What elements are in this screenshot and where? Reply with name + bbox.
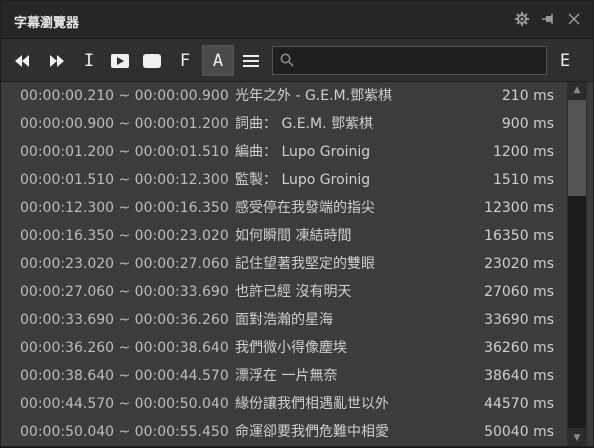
subtitle-text: 記住望著我堅定的雙眼 [235, 256, 375, 272]
subtitle-duration: 12300 ms [484, 200, 554, 216]
subtitle-time: 00:00:38.640 ~ 00:00:44.570 [20, 368, 229, 384]
f-button[interactable]: F [169, 45, 201, 76]
subtitle-text: 漂浮在 一片無奈 [235, 368, 338, 384]
subtitle-duration: 38640 ms [484, 368, 554, 384]
subtitle-text: 監製： Lupo Groinig [235, 172, 371, 188]
subtitle-duration: 36260 ms [484, 340, 554, 356]
subtitle-duration: 1510 ms [492, 172, 554, 188]
scroll-up-icon[interactable]: ▲ [567, 82, 587, 98]
subtitle-duration: 44570 ms [484, 396, 554, 412]
menu-button[interactable] [235, 45, 267, 76]
subtitle-time: 00:00:23.020 ~ 00:00:27.060 [20, 256, 229, 272]
close-icon[interactable] [567, 12, 581, 26]
f-label: F [179, 50, 191, 71]
rewind-button[interactable] [6, 45, 38, 76]
search-icon [280, 53, 294, 67]
scroll-down-icon[interactable]: ▼ [567, 430, 587, 446]
subtitle-time: 00:00:27.060 ~ 00:00:33.690 [20, 284, 229, 300]
subtitle-text: 詞曲： G.E.M. 鄧紫棋 [235, 116, 374, 132]
subtitle-duration: 210 ms [501, 88, 554, 104]
subtitle-time: 00:00:00.210 ~ 00:00:00.900 [20, 88, 229, 104]
fast-forward-button[interactable] [41, 45, 73, 76]
subtitle-row[interactable]: 00:00:27.060 ~ 00:00:33.690 也許已經 沒有明天 2706… [1, 278, 567, 306]
play-video-button[interactable] [104, 45, 136, 76]
e-label: E [559, 50, 571, 71]
subtitle-duration: 50040 ms [484, 424, 554, 440]
i-label: I [83, 50, 95, 71]
subtitle-duration: 33690 ms [484, 312, 554, 328]
gear-icon[interactable] [515, 12, 529, 26]
subtitle-duration: 1200 ms [492, 144, 554, 160]
scrollbar[interactable]: ▲ ▼ [567, 82, 587, 446]
subtitle-text: 面對浩瀚的星海 [235, 312, 333, 328]
subtitle-text: 感受停在我發端的指尖 [235, 200, 375, 216]
subtitle-text: 光年之外 - G.E.M.鄧紫棋 [235, 88, 393, 104]
subtitle-text: 編曲： Lupo Groinig [235, 144, 371, 160]
subtitle-text: 也許已經 沒有明天 [235, 284, 352, 300]
search-input[interactable] [299, 50, 543, 72]
title-bar: 字幕瀏覽器 [1, 1, 593, 39]
subtitle-list: 00:00:00.210 ~ 00:00:00.900 光年之外 - G.E.M.… [1, 82, 567, 448]
e-button[interactable]: E [549, 45, 581, 76]
subtitle-text: 緣份讓我們相遇亂世以外 [235, 396, 389, 412]
subtitle-row[interactable]: 00:00:16.350 ~ 00:00:23.020 如何瞬間 凍結時間 1635… [1, 222, 567, 250]
subtitle-row[interactable]: 00:00:01.510 ~ 00:00:12.300 監製： Lupo Groi… [1, 166, 567, 194]
subtitle-row[interactable]: 00:00:00.900 ~ 00:00:01.200 詞曲： G.E.M. 鄧紫… [1, 110, 567, 138]
subtitle-time: 00:00:12.300 ~ 00:00:16.350 [20, 200, 229, 216]
subtitle-row[interactable]: 00:00:44.570 ~ 00:00:50.040 緣份讓我們相遇亂世以外 44… [1, 390, 567, 418]
subtitle-row[interactable]: 00:00:36.260 ~ 00:00:38.640 我們微小得像塵埃 36260… [1, 334, 567, 362]
subtitle-time: 00:00:00.900 ~ 00:00:01.200 [20, 116, 229, 132]
subtitle-time: 00:00:44.570 ~ 00:00:50.040 [20, 396, 229, 412]
scrollbar-track[interactable] [568, 196, 586, 428]
a-label: A [212, 50, 224, 71]
hamburger-icon [243, 54, 259, 67]
subtitle-time: 00:00:50.040 ~ 00:00:55.450 [20, 424, 229, 440]
pin-icon[interactable] [541, 12, 555, 26]
subtitle-row[interactable]: 00:00:50.040 ~ 00:00:55.450 命運卻要我們危難中相愛 50… [1, 418, 567, 446]
search-box [272, 46, 547, 75]
window-title: 字幕瀏覽器 [14, 16, 80, 31]
subtitle-time: 00:00:36.260 ~ 00:00:38.640 [20, 340, 229, 356]
subtitle-text: 命運卻要我們危難中相愛 [235, 424, 389, 440]
toolbar: I F A E [1, 39, 593, 82]
subtitle-text: 如何瞬間 凍結時間 [235, 228, 352, 244]
italic-button[interactable]: I [73, 45, 105, 76]
subtitle-row[interactable]: 00:00:23.020 ~ 00:00:27.060 記住望著我堅定的雙眼 230… [1, 250, 567, 278]
subtitle-duration: 16350 ms [484, 228, 554, 244]
subtitle-box-button[interactable] [136, 45, 168, 76]
subtitle-duration: 27060 ms [484, 284, 554, 300]
subtitle-row[interactable]: 00:00:12.300 ~ 00:00:16.350 感受停在我發端的指尖 123… [1, 194, 567, 222]
subtitle-row[interactable]: 00:00:33.690 ~ 00:00:36.260 面對浩瀚的星海 33690 … [1, 306, 567, 334]
play-icon [111, 53, 129, 68]
subtitle-duration: 900 ms [501, 116, 554, 132]
subtitle-time: 00:00:01.510 ~ 00:00:12.300 [20, 172, 229, 188]
subtitle-browser-window: 字幕瀏覽器 I F A E 00:00:00.210 ~ 00:00:00.90… [0, 0, 594, 447]
subtitle-time: 00:00:16.350 ~ 00:00:23.020 [20, 228, 229, 244]
fast-forward-icon [50, 54, 64, 67]
subtitle-row[interactable]: 00:00:38.640 ~ 00:00:44.570 漂浮在 一片無奈 38640… [1, 362, 567, 390]
scrollbar-thumb[interactable] [568, 100, 586, 196]
subtitle-row[interactable]: 00:00:00.210 ~ 00:00:00.900 光年之外 - G.E.M.… [1, 82, 567, 110]
subtitle-duration: 23020 ms [484, 256, 554, 272]
rewind-icon [15, 54, 29, 67]
subtitle-row[interactable]: 00:00:01.200 ~ 00:00:01.510 編曲： Lupo Groi… [1, 138, 567, 166]
subtitle-text: 我們微小得像塵埃 [235, 340, 347, 356]
box-icon [143, 53, 161, 68]
subtitle-time: 00:00:01.200 ~ 00:00:01.510 [20, 144, 229, 160]
subtitle-time: 00:00:33.690 ~ 00:00:36.260 [20, 312, 229, 328]
a-button[interactable]: A [202, 45, 234, 76]
